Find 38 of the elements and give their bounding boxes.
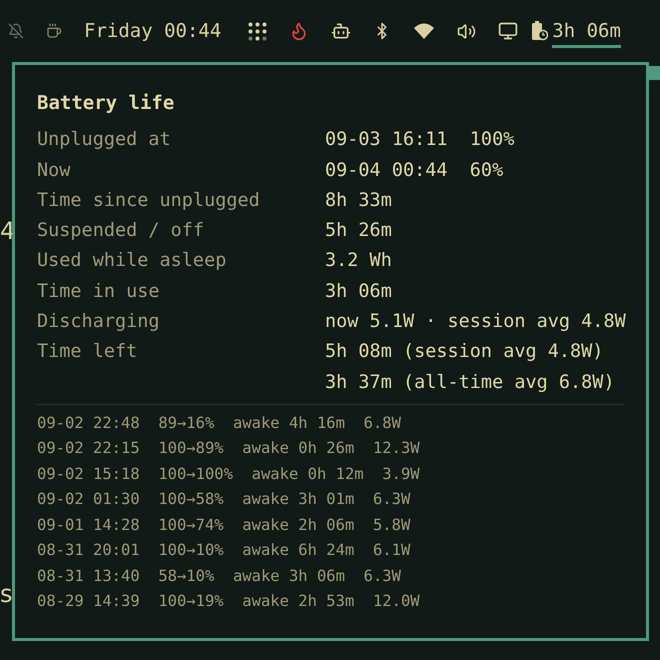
stat-label: Now	[37, 160, 70, 181]
stat-label: Time since unplugged	[37, 190, 260, 211]
stat-value: now 5.1W · session avg 4.8W	[325, 310, 626, 334]
stat-label: Time in use	[37, 280, 160, 302]
monitor-icon[interactable]	[498, 21, 518, 41]
history-row-text: 08-29 14:39 100→19% awake 2h 53m 12.0W	[37, 591, 420, 612]
history-row-text: 09-01 14:28 100→74% awake 2h 06m 5.8W	[37, 514, 410, 536]
stat-label: Used while asleep	[37, 250, 226, 272]
stat-label: Unplugged at	[37, 129, 171, 150]
wifi-icon[interactable]	[413, 22, 436, 40]
stat-label: Suspended / off	[37, 220, 204, 242]
stat-value: 3h 06m	[325, 280, 392, 304]
stat-value: 8h 33m	[325, 188, 392, 213]
stat-label: Time left	[37, 341, 138, 362]
history-row-text: 09-02 15:18 100→100% awake 0h 12m 3.9W	[37, 464, 420, 485]
stat-value: 5h 08m (session avg 4.8W)	[325, 340, 604, 364]
stat-value: 09-04 00:44 60%	[325, 158, 504, 183]
robot-icon[interactable]	[331, 21, 352, 41]
history-row-text: 08-31 13:40 58→10% awake 3h 06m 6.3W	[37, 566, 401, 587]
battery-time[interactable]: 3h 06m	[552, 14, 621, 48]
history-row-text: 09-02 22:48 89→16% awake 4h 16m 6.8W	[37, 412, 401, 434]
stat-value: 3.2 Wh	[325, 249, 392, 274]
stat-value: 5h 26m	[325, 219, 392, 244]
popup-title: Battery life	[37, 91, 176, 116]
history-row-text: 08-31 20:01 100→10% awake 6h 24m 6.1W	[37, 540, 410, 562]
background-text: s	[0, 579, 13, 610]
stat-label: Discharging	[37, 311, 160, 332]
clock[interactable]: Friday 00:44	[84, 16, 222, 46]
volume-icon[interactable]	[457, 22, 476, 40]
bell-off-icon[interactable]	[8, 23, 24, 39]
dots-grid-icon[interactable]	[247, 21, 268, 41]
stat-value: 09-03 16:11 100%	[325, 128, 514, 152]
history-row-text: 09-02 22:15 100→89% awake 0h 26m 12.3W	[37, 438, 420, 460]
background-text: 4	[0, 216, 16, 247]
battery-clock-icon[interactable]	[532, 21, 548, 41]
coffee-icon[interactable]	[46, 23, 62, 39]
stat-value: 3h 37m (all-time avg 6.8W)	[325, 370, 615, 395]
history-row-text: 09-02 01:30 100→58% awake 3h 01m 6.3W	[37, 489, 410, 510]
